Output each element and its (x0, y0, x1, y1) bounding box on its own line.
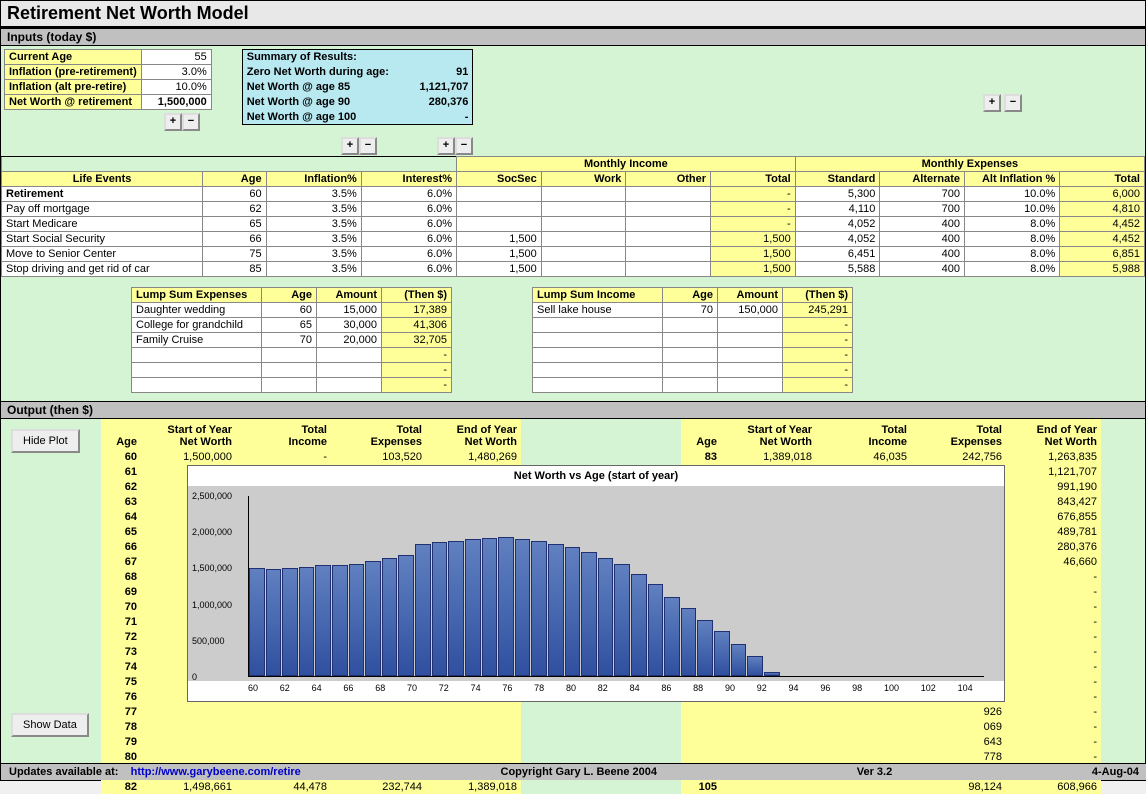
chart-bar (515, 539, 531, 676)
event-row[interactable]: Move to Senior Center753.5%6.0% 1,5001,5… (2, 247, 1145, 262)
output-row: 926- (681, 704, 1101, 719)
event-row[interactable]: Retirement603.5%6.0% - 5,30070010.0%6,00… (2, 187, 1145, 202)
lump-row[interactable]: - (533, 378, 853, 393)
chart-bar (747, 656, 763, 676)
chart-bar (365, 561, 381, 676)
summary-box: Summary of Results: Zero Net Worth durin… (242, 49, 474, 125)
col-minus-1[interactable]: − (359, 137, 377, 155)
event-row[interactable]: Stop driving and get rid of car853.5%6.0… (2, 262, 1145, 277)
lump-row[interactable]: Sell lake house70150,000245,291 (533, 303, 853, 318)
lump-row[interactable]: - (533, 318, 853, 333)
lump-row[interactable]: - (132, 363, 452, 378)
chart-bar (315, 565, 331, 676)
chart-bar (614, 564, 630, 676)
col-minus-2[interactable]: − (455, 137, 473, 155)
chart-bar (697, 620, 713, 676)
chart-bar (349, 564, 365, 676)
output-row: 821,498,66144,478232,7441,389,018 (101, 779, 521, 794)
chart-bar (681, 608, 697, 676)
chart-bar (531, 541, 547, 676)
output-row: 831,389,01846,035242,7561,263,835 (681, 449, 1101, 464)
chart-bar (465, 539, 481, 676)
chart-bar (631, 574, 647, 676)
chart-bar (498, 537, 514, 676)
output-row: 643- (681, 734, 1101, 749)
lump-row[interactable]: - (533, 363, 853, 378)
output-header: Output (then $) (1, 401, 1145, 419)
chart-bar (764, 672, 780, 676)
lump-row[interactable]: - (132, 348, 452, 363)
event-row[interactable]: Start Medicare653.5%6.0% - 4,0524008.0%4… (2, 217, 1145, 232)
inputs-plus[interactable]: + (164, 113, 182, 131)
chart-bar (266, 569, 282, 676)
chart-bar (432, 542, 448, 676)
chart-bar (415, 544, 431, 676)
show-data-button[interactable]: Show Data (11, 713, 89, 737)
output-row: 79 (101, 734, 521, 749)
lump-row[interactable]: - (533, 333, 853, 348)
chart-bar (565, 547, 581, 676)
chart-bar (332, 565, 348, 676)
chart-bar (482, 538, 498, 676)
lump-sums: Lump Sum ExpensesAgeAmount(Then $) Daugh… (1, 277, 1145, 401)
col-plus-2[interactable]: + (437, 137, 455, 155)
lump-row[interactable]: - (132, 378, 452, 393)
chart-bar (398, 555, 414, 676)
page-title: Retirement Net Worth Model (1, 1, 1145, 28)
output-row: 069- (681, 719, 1101, 734)
lump-row[interactable]: College for grandchild6530,00041,306 (132, 318, 452, 333)
inputs-minus[interactable]: − (182, 113, 200, 131)
lump-row[interactable]: - (533, 348, 853, 363)
app-window: Retirement Net Worth Model Inputs (today… (0, 0, 1146, 781)
lump-row[interactable]: Family Cruise7020,00032,705 (132, 333, 452, 348)
chart-bar (382, 558, 398, 676)
chart-bar (598, 558, 614, 676)
chart-bar (299, 567, 315, 676)
hide-plot-button[interactable]: Hide Plot (11, 429, 80, 453)
event-row[interactable]: Pay off mortgage623.5%6.0% - 4,11070010.… (2, 202, 1145, 217)
lump-row[interactable]: Daughter wedding6015,00017,389 (132, 303, 452, 318)
expenses-plus[interactable]: + (983, 94, 1001, 112)
chart-bar (282, 568, 298, 676)
event-row[interactable]: Start Social Security663.5%6.0% 1,5001,5… (2, 232, 1145, 247)
lump-expenses: Lump Sum ExpensesAgeAmount(Then $) Daugh… (131, 287, 452, 393)
col-plus-1[interactable]: + (341, 137, 359, 155)
output-row: 80 (101, 749, 521, 764)
chart-bar (448, 541, 464, 676)
footer-link[interactable]: http://www.garybeene.com/retire (131, 766, 301, 778)
output-row: 77 (101, 704, 521, 719)
chart-bar (664, 597, 680, 676)
networth-chart: Net Worth vs Age (start of year) 0500,00… (181, 465, 1011, 702)
life-events-table: Monthly Income Monthly Expenses Life Eve… (1, 156, 1145, 277)
chart-bar (731, 644, 747, 676)
chart-bar (249, 568, 265, 676)
lump-income: Lump Sum IncomeAgeAmount(Then $) Sell la… (532, 287, 853, 393)
expenses-minus[interactable]: − (1004, 94, 1022, 112)
chart-bar (714, 631, 730, 676)
inputs-panel: Current Age55 Inflation (pre-retirement)… (1, 46, 1145, 137)
chart-bar (648, 584, 664, 676)
output-row: 10598,124608,966 (681, 779, 1101, 794)
output-row: 778- (681, 749, 1101, 764)
output-row: 78 (101, 719, 521, 734)
chart-bar (581, 552, 597, 676)
footer: Updates available at: http://www.garybee… (1, 763, 1146, 780)
chart-bar (548, 544, 564, 676)
inputs-table: Current Age55 Inflation (pre-retirement)… (4, 49, 212, 110)
inputs-header: Inputs (today $) (1, 28, 1145, 46)
output-row: 601,500,000-103,5201,480,269 (101, 449, 521, 464)
